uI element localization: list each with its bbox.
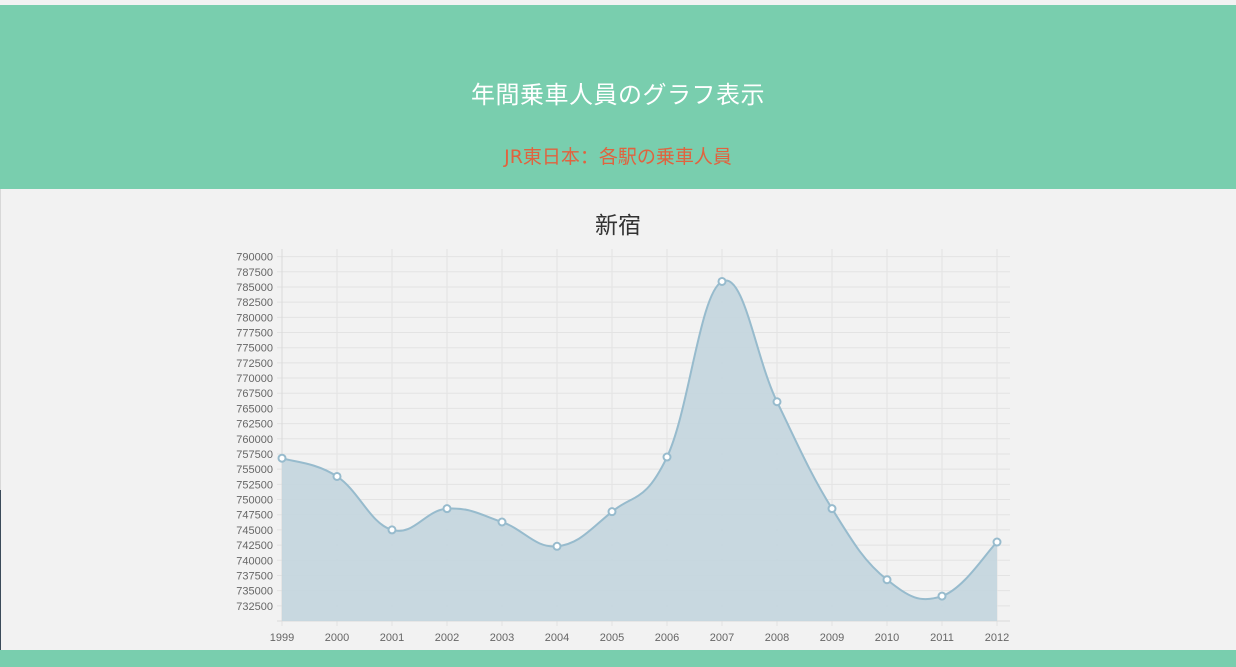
x-tick-label: 2010 — [875, 632, 899, 644]
y-tick-label: 772500 — [236, 358, 273, 370]
x-tick-label: 2007 — [710, 632, 734, 644]
series-area — [282, 280, 997, 621]
y-tick-label: 747500 — [236, 510, 273, 522]
data-point — [937, 591, 947, 601]
x-tick-label: 2005 — [600, 632, 624, 644]
data-point — [717, 276, 727, 286]
x-tick-label: 2003 — [490, 632, 514, 644]
y-tick-label: 760000 — [236, 434, 273, 446]
y-tick-label: 767500 — [236, 388, 273, 400]
y-tick-label: 732500 — [236, 601, 273, 613]
x-tick-label: 2002 — [435, 632, 459, 644]
y-tick-label: 775000 — [236, 343, 273, 355]
data-point — [827, 504, 837, 514]
data-point — [497, 517, 507, 527]
y-tick-label: 777500 — [236, 328, 273, 340]
y-tick-label: 750000 — [236, 495, 273, 507]
x-tick-label: 2012 — [985, 632, 1009, 644]
y-tick-label: 742500 — [236, 540, 273, 552]
y-tick-label: 762500 — [236, 419, 273, 431]
data-point — [662, 452, 672, 462]
data-point — [882, 575, 892, 585]
data-point — [992, 537, 1002, 547]
x-tick-label: 2000 — [325, 632, 349, 644]
data-point — [332, 471, 342, 481]
data-point — [442, 504, 452, 514]
data-point — [552, 541, 562, 551]
data-point — [277, 453, 287, 463]
y-tick-label: 740000 — [236, 555, 273, 567]
y-tick-label: 745000 — [236, 525, 273, 537]
x-tick-label: 2006 — [655, 632, 679, 644]
y-tick-label: 780000 — [236, 312, 273, 324]
page-footer — [0, 650, 1236, 667]
x-tick-label: 1999 — [270, 632, 294, 644]
x-tick-label: 2008 — [765, 632, 789, 644]
x-tick-label: 2004 — [545, 632, 569, 644]
y-tick-label: 735000 — [236, 586, 273, 598]
y-tick-label: 757500 — [236, 449, 273, 461]
x-tick-label: 2009 — [820, 632, 844, 644]
y-tick-label: 737500 — [236, 570, 273, 582]
y-tick-label: 785000 — [236, 282, 273, 294]
y-tick-label: 752500 — [236, 479, 273, 491]
y-tick-label: 770000 — [236, 373, 273, 385]
x-tick-label: 2011 — [930, 632, 954, 644]
y-tick-label: 787500 — [236, 267, 273, 279]
y-tick-label: 782500 — [236, 297, 273, 309]
data-point — [772, 397, 782, 407]
line-chart: 732500 735000 737500 740000 742500 745000 7475… — [236, 249, 1010, 644]
y-tick-label: 790000 — [236, 252, 273, 264]
x-tick-label: 2001 — [380, 632, 404, 644]
y-tick-label: 755000 — [236, 464, 273, 476]
y-tick-label: 765000 — [236, 403, 273, 415]
data-point — [387, 525, 397, 535]
data-point — [607, 507, 617, 517]
